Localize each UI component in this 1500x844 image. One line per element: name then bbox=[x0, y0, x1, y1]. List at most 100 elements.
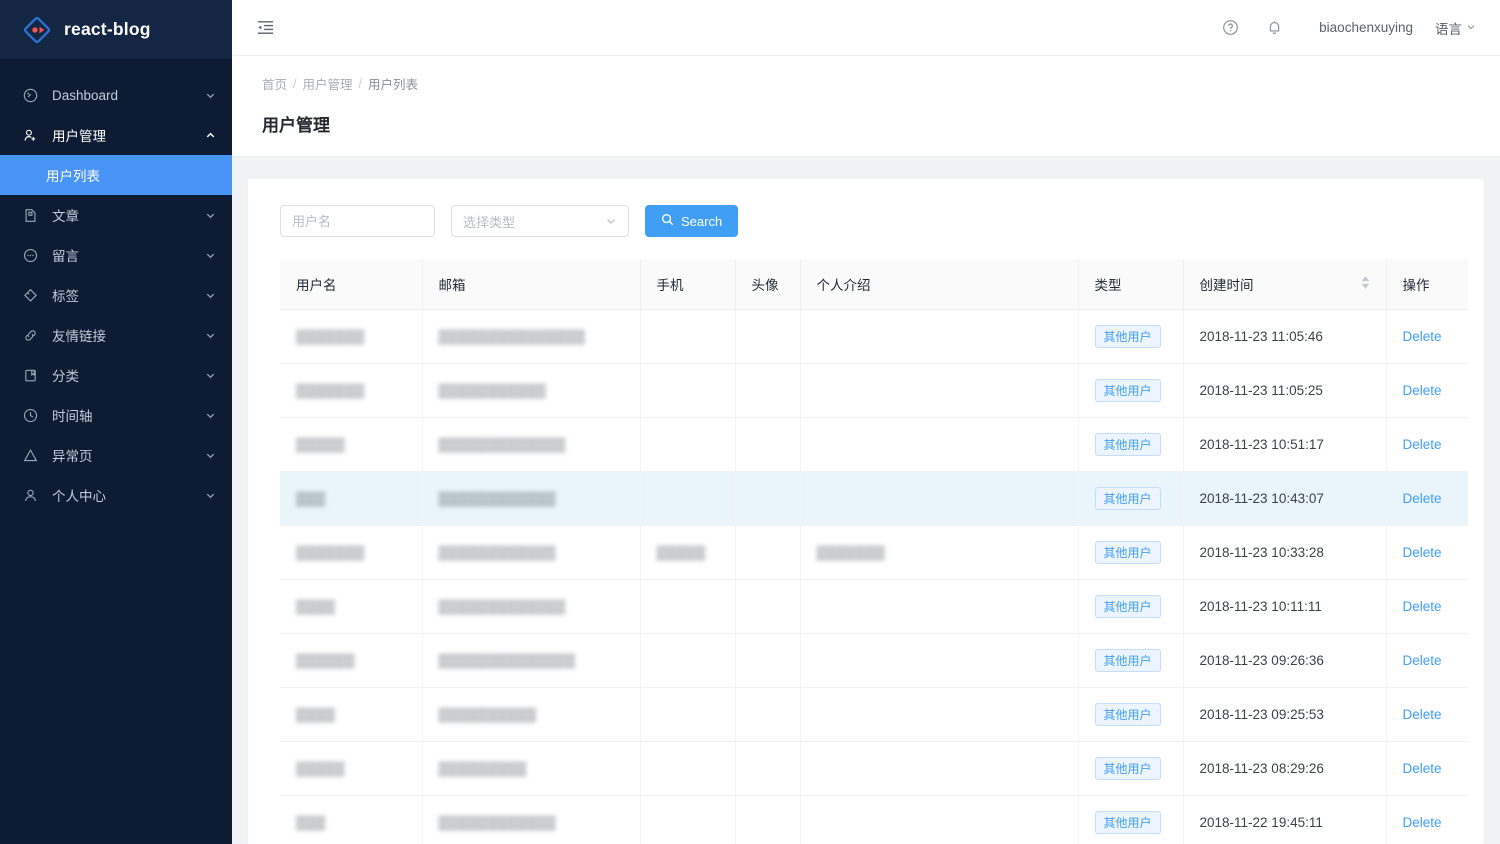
warning-triangle-icon bbox=[22, 447, 38, 463]
sidebar-item-timeline[interactable]: 时间轴 bbox=[0, 395, 232, 435]
chevron-down-icon bbox=[205, 410, 216, 421]
column-header-username: 用户名 bbox=[280, 259, 423, 310]
delete-link[interactable]: Delete bbox=[1403, 653, 1442, 668]
chevron-up-icon bbox=[205, 130, 216, 141]
username-value: ▒▒▒▒▒▒▒ bbox=[296, 545, 365, 560]
column-header-bio: 个人介绍 bbox=[800, 259, 1079, 310]
top-bar: biaochenxuying 语言 bbox=[232, 0, 1500, 56]
cell-username: ▒▒▒▒▒▒▒ bbox=[280, 309, 423, 364]
chevron-down-icon bbox=[205, 90, 216, 101]
cell-type: 其他用户 bbox=[1078, 633, 1184, 688]
page-title: 用户管理 bbox=[262, 116, 330, 135]
sidebar-label: 用户管理 bbox=[52, 129, 106, 144]
cell-action[interactable]: Delete bbox=[1386, 525, 1468, 580]
table-row[interactable]: ▒▒▒▒▒▒ ▒▒▒▒▒▒▒▒▒▒▒▒▒▒ 其他用户 2018-11-23 09:26… bbox=[280, 633, 1468, 688]
cell-action[interactable]: Delete bbox=[1386, 579, 1468, 634]
table-row[interactable]: ▒▒▒ ▒▒▒▒▒▒▒▒▒▒▒▒ 其他用户 2018-11-22 19:45:11 De… bbox=[280, 795, 1468, 844]
sidebar-item-articles[interactable]: 文章 bbox=[0, 195, 232, 235]
cell-bio bbox=[800, 417, 1079, 472]
cell-created: 2018-11-23 10:11:11 bbox=[1183, 579, 1387, 634]
sidebar-item-user-list[interactable]: 用户列表 bbox=[0, 155, 232, 195]
cell-username: ▒▒▒ bbox=[280, 471, 423, 526]
cell-bio: ▒▒▒▒▒▒▒ bbox=[800, 525, 1079, 580]
delete-link[interactable]: Delete bbox=[1403, 545, 1442, 560]
question-circle-icon[interactable] bbox=[1219, 17, 1241, 39]
main-area: biaochenxuying 语言 首页 / 用户管理 / 用户列表 用户管理 bbox=[232, 0, 1500, 844]
sidebar-item-user-management[interactable]: 用户管理 bbox=[0, 115, 232, 155]
email-value: ▒▒▒▒▒▒▒▒▒▒ bbox=[438, 707, 537, 722]
brand-logo[interactable]: react-blog bbox=[0, 0, 232, 59]
breadcrumb-current: 用户列表 bbox=[368, 78, 419, 92]
table-row[interactable]: ▒▒▒▒ ▒▒▒▒▒▒▒▒▒▒▒▒▒ 其他用户 2018-11-23 10:11:11… bbox=[280, 579, 1468, 634]
table-row[interactable]: ▒▒▒▒▒▒▒ ▒▒▒▒▒▒▒▒▒▒▒ 其他用户 2018-11-23 11:05:2… bbox=[280, 363, 1468, 418]
breadcrumb-parent[interactable]: 用户管理 bbox=[303, 74, 353, 93]
delete-link[interactable]: Delete bbox=[1403, 329, 1442, 344]
menu-fold-icon[interactable] bbox=[248, 11, 282, 45]
cell-avatar bbox=[735, 471, 801, 526]
cell-bio bbox=[800, 363, 1079, 418]
table-row[interactable]: ▒▒▒ ▒▒▒▒▒▒▒▒▒▒▒▒ 其他用户 2018-11-23 10:43:07 De… bbox=[280, 471, 1468, 526]
column-header-created[interactable]: 创建时间 bbox=[1183, 259, 1387, 310]
clock-icon bbox=[22, 407, 38, 423]
cell-phone: ▒▒▒▒▒ bbox=[640, 525, 736, 580]
table-row[interactable]: ▒▒▒▒▒ ▒▒▒▒▒▒▒▒▒ 其他用户 2018-11-23 08:29:26 Del… bbox=[280, 741, 1468, 796]
cell-created: 2018-11-23 11:05:25 bbox=[1183, 363, 1387, 418]
cell-username: ▒▒▒▒▒ bbox=[280, 417, 423, 472]
cell-action[interactable]: Delete bbox=[1386, 633, 1468, 688]
cell-phone bbox=[640, 741, 736, 796]
delete-link[interactable]: Delete bbox=[1403, 599, 1442, 614]
table-row[interactable]: ▒▒▒▒ ▒▒▒▒▒▒▒▒▒▒ 其他用户 2018-11-23 09:25:53 Del… bbox=[280, 687, 1468, 742]
breadcrumb: 首页 / 用户管理 / 用户列表 bbox=[262, 74, 1476, 93]
table-row[interactable]: ▒▒▒▒▒ ▒▒▒▒▒▒▒▒▒▒▒▒▒ 其他用户 2018-11-23 10:51:1… bbox=[280, 417, 1468, 472]
cell-bio bbox=[800, 795, 1079, 844]
delete-link[interactable]: Delete bbox=[1403, 707, 1442, 722]
cell-action[interactable]: Delete bbox=[1386, 795, 1468, 844]
status-badge: 其他用户 bbox=[1094, 487, 1161, 510]
delete-link[interactable]: Delete bbox=[1403, 761, 1442, 776]
cell-type: 其他用户 bbox=[1078, 417, 1184, 472]
sidebar-menu: Dashboard 用户管理 用户列表 文章 留言 标签 友情链接 分类 时间轴… bbox=[0, 59, 232, 844]
breadcrumb-separator: / bbox=[358, 76, 362, 91]
sidebar-item-friend-links[interactable]: 友情链接 bbox=[0, 315, 232, 355]
table-row[interactable]: ▒▒▒▒▒▒▒ ▒▒▒▒▒▒▒▒▒▒▒▒ ▒▒▒▒▒ ▒▒▒▒▒▒▒ 其他用户 2018-… bbox=[280, 525, 1468, 580]
username-label[interactable]: biaochenxuying bbox=[1319, 20, 1413, 35]
sidebar-item-profile[interactable]: 个人中心 bbox=[0, 475, 232, 515]
cell-phone bbox=[640, 471, 736, 526]
cell-bio bbox=[800, 687, 1079, 742]
cell-type: 其他用户 bbox=[1078, 309, 1184, 364]
cell-avatar bbox=[735, 795, 801, 844]
cell-action[interactable]: Delete bbox=[1386, 687, 1468, 742]
language-selector[interactable]: 语言 bbox=[1435, 18, 1476, 38]
cell-action[interactable]: Delete bbox=[1386, 417, 1468, 472]
cell-created: 2018-11-23 09:26:36 bbox=[1183, 633, 1387, 688]
bell-icon[interactable] bbox=[1263, 17, 1285, 39]
sort-arrows-icon[interactable] bbox=[1361, 276, 1370, 289]
delete-link[interactable]: Delete bbox=[1403, 437, 1442, 452]
status-badge: 其他用户 bbox=[1094, 433, 1161, 456]
breadcrumb-home[interactable]: 首页 bbox=[262, 74, 287, 93]
table-row[interactable]: ▒▒▒▒▒▒▒ ▒▒▒▒▒▒▒▒▒▒▒▒▒▒▒ 其他用户 2018-11-23 11:… bbox=[280, 309, 1468, 364]
file-icon bbox=[22, 207, 38, 223]
sidebar-item-error-pages[interactable]: 异常页 bbox=[0, 435, 232, 475]
delete-link[interactable]: Delete bbox=[1403, 815, 1442, 830]
email-value: ▒▒▒▒▒▒▒▒▒▒▒▒▒▒▒ bbox=[438, 329, 585, 344]
topbar-actions: biaochenxuying 语言 bbox=[1219, 17, 1476, 39]
delete-link[interactable]: Delete bbox=[1403, 491, 1442, 506]
cell-created: 2018-11-23 08:29:26 bbox=[1183, 741, 1387, 796]
status-badge: 其他用户 bbox=[1094, 541, 1161, 564]
sidebar-submenu-label: 用户列表 bbox=[46, 169, 100, 184]
sidebar-item-categories[interactable]: 分类 bbox=[0, 355, 232, 395]
sidebar-item-tags[interactable]: 标签 bbox=[0, 275, 232, 315]
chevron-down-icon bbox=[205, 330, 216, 341]
cell-action[interactable]: Delete bbox=[1386, 363, 1468, 418]
cell-action[interactable]: Delete bbox=[1386, 309, 1468, 364]
delete-link[interactable]: Delete bbox=[1403, 383, 1442, 398]
sidebar-item-dashboard[interactable]: Dashboard bbox=[0, 75, 232, 115]
cell-type: 其他用户 bbox=[1078, 471, 1184, 526]
search-username-input[interactable] bbox=[280, 205, 435, 237]
cell-action[interactable]: Delete bbox=[1386, 741, 1468, 796]
type-select[interactable]: 选择类型 bbox=[451, 205, 629, 237]
cell-action[interactable]: Delete bbox=[1386, 471, 1468, 526]
search-button[interactable]: Search bbox=[645, 205, 739, 237]
sidebar-item-messages[interactable]: 留言 bbox=[0, 235, 232, 275]
